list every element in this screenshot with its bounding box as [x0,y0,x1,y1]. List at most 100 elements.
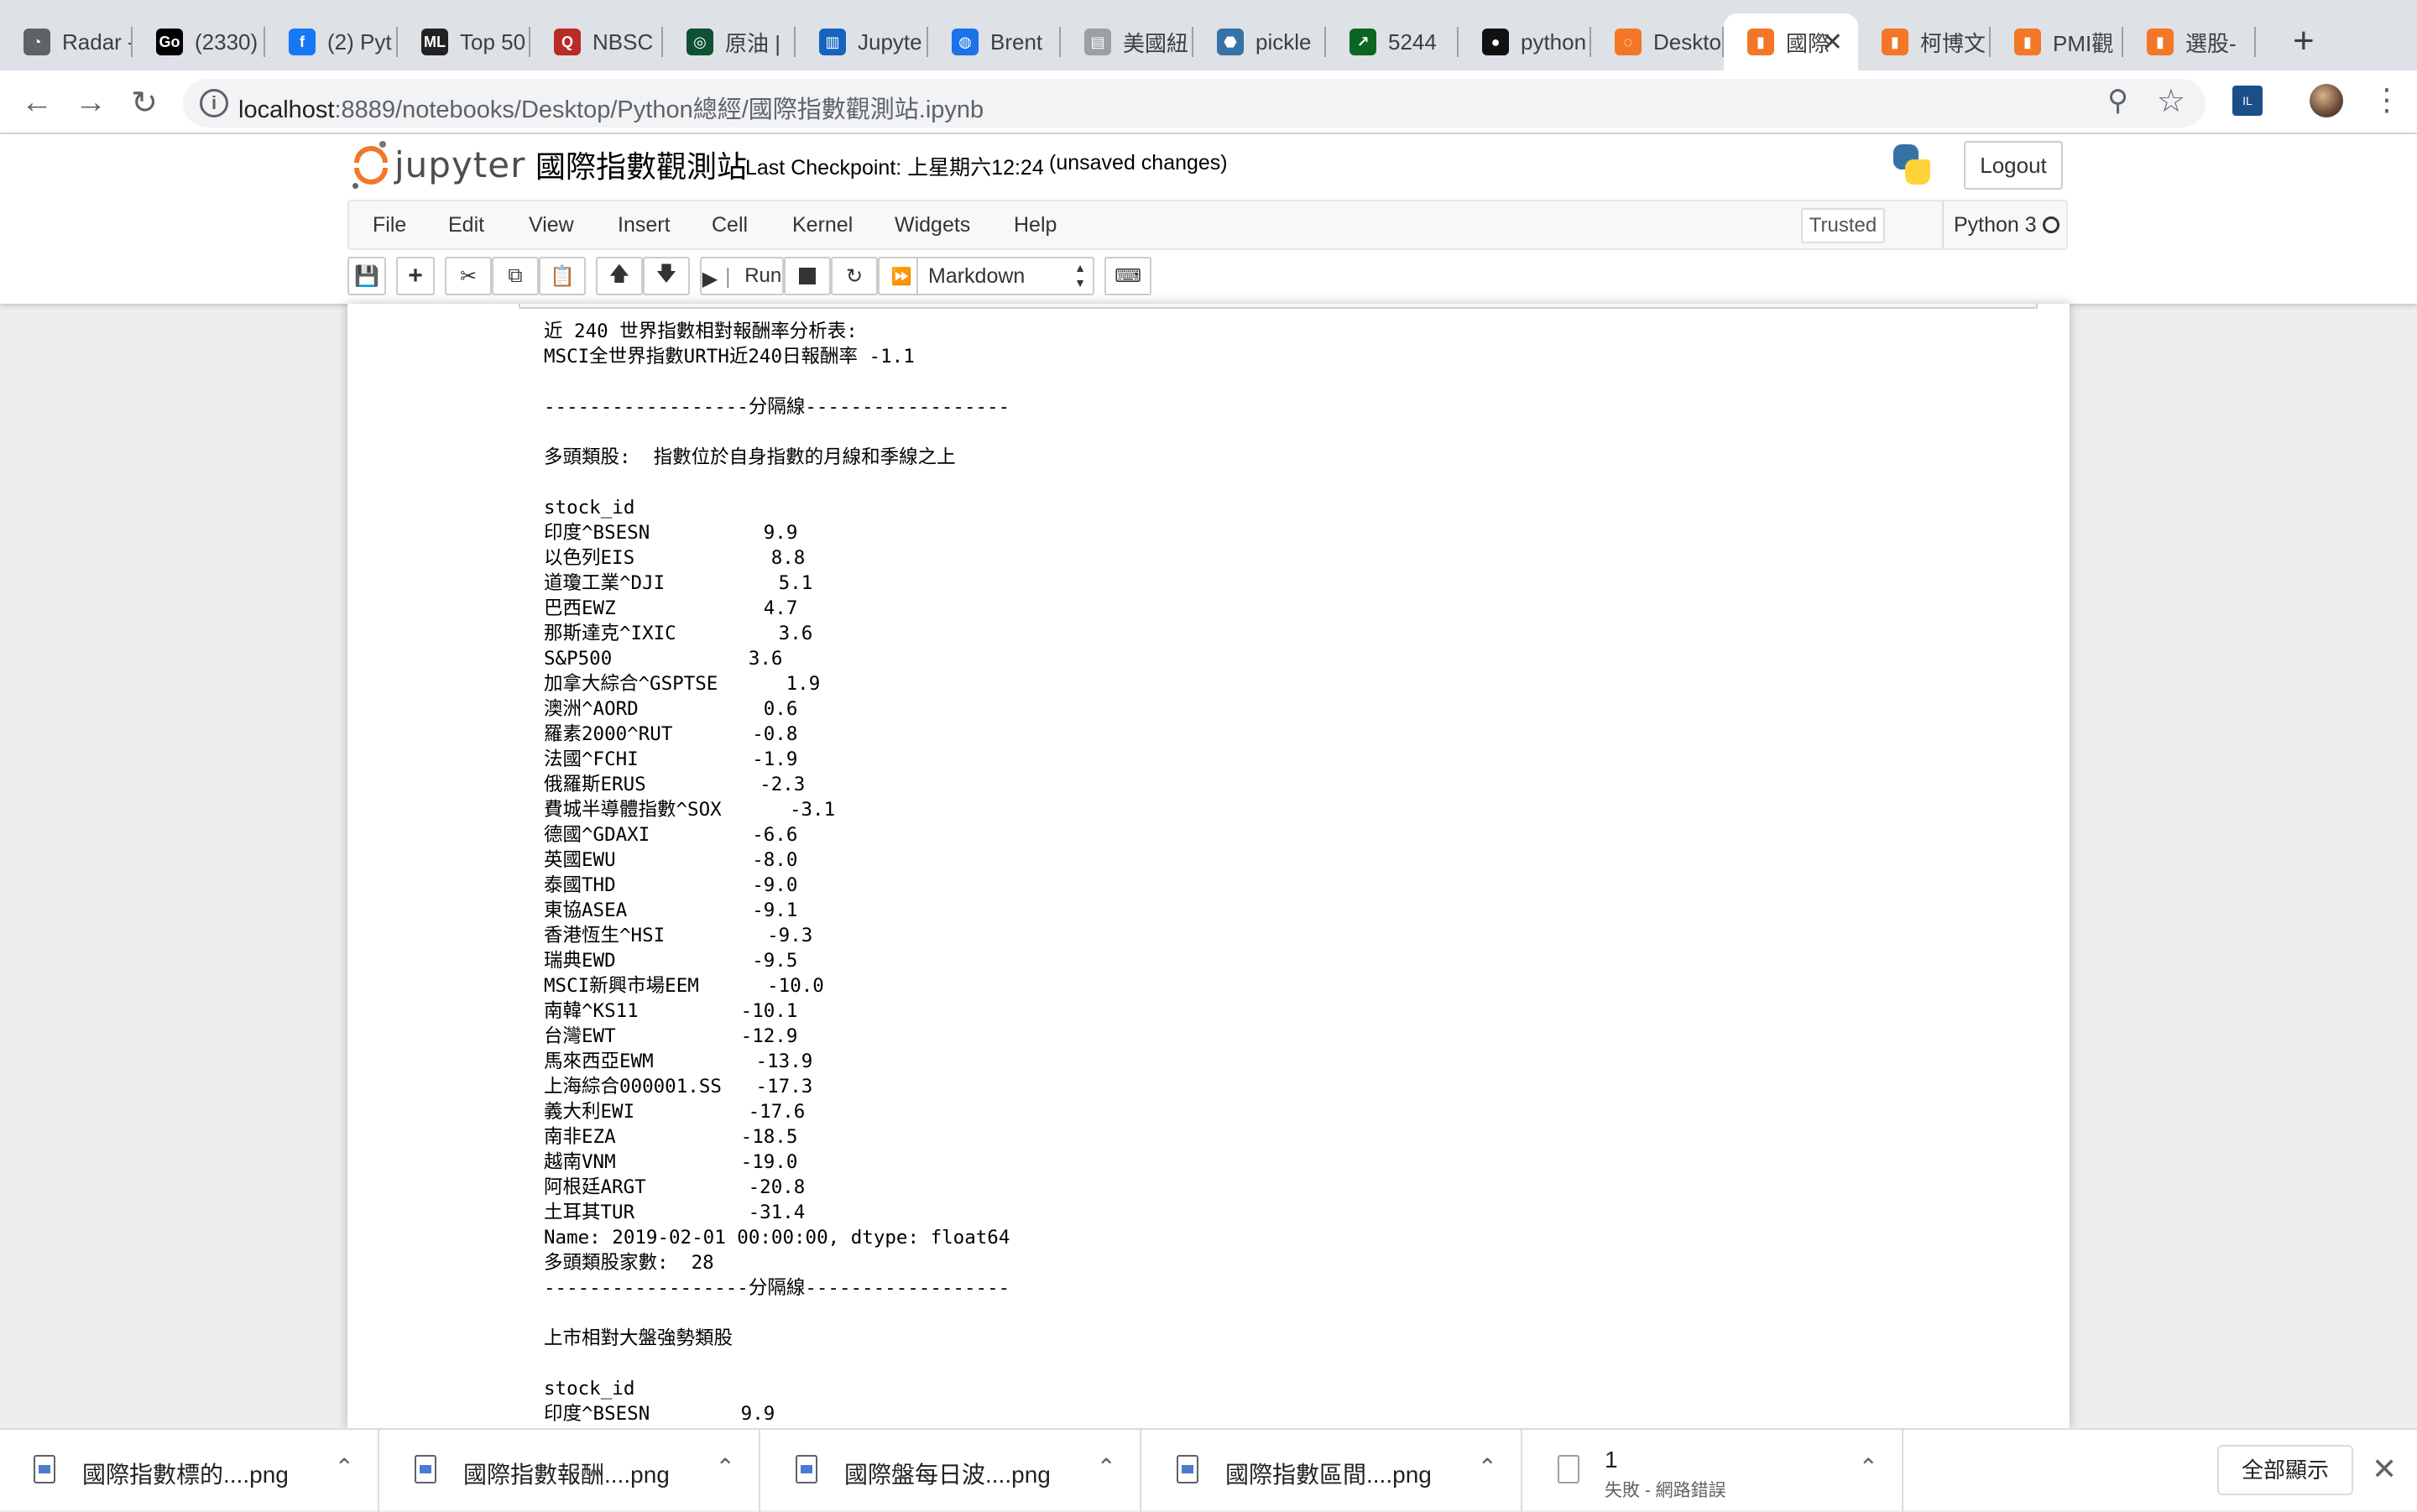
profile-avatar[interactable] [2310,84,2343,117]
output-line: MSCI新興市場EEM -10.0 [544,975,824,997]
move-down-icon[interactable]: 🡇 [643,257,690,295]
cell-type-value: Markdown [928,264,1026,288]
browser-tab[interactable]: ● python [1459,13,1591,70]
browser-tab[interactable]: ▮ 國際 ✕ [1724,13,1858,70]
browser-tab[interactable]: f (2) Pyt [265,13,398,70]
save-icon[interactable]: 💾 [347,257,386,295]
reload-icon[interactable]: ↻ [124,82,164,123]
tab-title: 選股- [2185,30,2237,56]
tab-title: 美國紐 [1123,30,1189,56]
output-line: ------------------分隔線------------------ [544,396,1010,418]
download-filename: 國際盤每日波....png [844,1462,1051,1488]
download-item[interactable]: 國際盤每日波....png ⌃ [762,1430,1141,1512]
browser-tab[interactable]: ◍ Brent [928,13,1061,70]
file-icon [1177,1455,1198,1483]
browser-tab[interactable]: ▮ 柯博文 [1858,13,1991,70]
output-line: 南韓^KS11 -10.1 [544,1000,798,1022]
kernel-name[interactable]: Python 3 [1942,201,2037,248]
browser-tab[interactable]: ▮ 選股- [2123,13,2256,70]
chevron-up-icon[interactable]: ⌃ [1478,1453,1497,1481]
download-bar: 國際指數標的....png ⌃ 國際指數報酬....png ⌃ 國際盤每日波..… [0,1428,2417,1512]
output-line: Name: 2019-02-01 00:00:00, dtype: float6… [544,1227,1010,1249]
cut-icon[interactable]: ✂ [445,257,492,295]
forward-arrow-icon[interactable]: → [70,82,111,123]
browser-tab[interactable]: ◔ Radar - [0,13,133,70]
output-line: MSCI全世界指數URTH近240日報酬率 -1.1 [544,346,915,368]
run-icon: ▶｜ [702,267,739,290]
chevron-up-icon[interactable]: ⌃ [1097,1453,1116,1481]
stock-icon: ↗ [1349,29,1376,55]
output-line: S&P500 3.6 [544,648,783,670]
browser-tab[interactable]: Go (2330) [133,13,265,70]
extension-icon[interactable]: IL [2232,86,2263,116]
close-download-bar-icon[interactable]: ✕ [2372,1452,2397,1487]
chevron-up-icon[interactable]: ⌃ [1859,1453,1878,1481]
back-arrow-icon[interactable]: ← [17,82,57,123]
logout-button[interactable]: Logout [1964,141,2063,190]
jupyter-logo[interactable]: jupyter [352,141,526,189]
browser-tab[interactable]: ⬣ pickle [1193,13,1326,70]
download-item[interactable]: 國際指數區間....png ⌃ [1143,1430,1522,1512]
download-item[interactable]: 國際指數報酬....png ⌃ [381,1430,760,1512]
interrupt-icon[interactable] [784,257,831,295]
menu-file[interactable]: File [373,213,406,237]
browser-tab[interactable]: ◎ 原油 | [663,13,796,70]
notebook-title[interactable]: 國際指數觀測站 [535,143,747,186]
keyboard-icon[interactable]: ⌨ [1104,257,1151,295]
site-info-icon[interactable]: i [200,89,228,117]
tab-title: Jupyte [858,29,922,55]
tab-title: 原油 | [725,30,780,56]
insert-cell-icon[interactable]: + [396,257,435,295]
menu-help[interactable]: Help [1014,213,1057,237]
new-tab-button[interactable]: + [2293,20,2315,62]
radar-icon: ◔ [23,29,50,55]
show-all-downloads-button[interactable]: 全部顯示 [2217,1445,2353,1495]
chevron-up-icon[interactable]: ⌃ [716,1453,735,1481]
chrome-menu-icon[interactable]: ⋮ [2372,82,2402,117]
browser-tab[interactable]: ◌ Deskto [1591,13,1724,70]
tab-separator [2254,27,2256,57]
output-line: 越南VNM -19.0 [544,1151,798,1173]
paste-icon[interactable]: 📋 [539,257,586,295]
output-line: 印度^BSESN 9.9 [544,522,798,544]
browser-tab[interactable]: ▮ PMI觀 [1991,13,2123,70]
output-line: 加拿大綜合^GSPTSE 1.9 [544,673,821,695]
run-button[interactable]: ▶｜ Run [700,257,784,295]
python-logo-icon [1890,143,1934,186]
menu-cell[interactable]: Cell [712,213,748,237]
download-item[interactable]: 國際指數標的....png ⌃ [0,1430,379,1512]
close-tab-icon[interactable]: ✕ [1822,28,1843,57]
browser-tab[interactable]: ▥ Jupyte [796,13,928,70]
doc-icon: ▤ [1084,29,1111,55]
jupyter-logo-text: jupyter [394,143,526,185]
tab-title: (2330) [195,29,258,55]
checkpoint-status: Last Checkpoint: 上星期六12:24 [745,156,1044,180]
menu-bar: File Edit View Insert Cell Kernel Widget… [347,200,2068,250]
copy-icon[interactable]: ⧉ [492,257,539,295]
move-up-icon[interactable]: 🡅 [596,257,643,295]
menu-widgets[interactable]: Widgets [895,213,970,237]
download-filename: 1 [1605,1447,1618,1473]
previous-cell-edge[interactable] [519,304,2038,309]
download-item-failed[interactable]: 1 失敗 - 網路錯誤 ⌃ [1524,1430,1903,1512]
output-line: 瑞典EWD -9.5 [544,950,798,972]
output-line: 法國^FCHI -1.9 [544,748,798,770]
browser-tab[interactable]: ▤ 美國紐 [1061,13,1193,70]
trusted-indicator[interactable]: Trusted [1801,208,1885,243]
url-text[interactable]: localhost:8889/notebooks/Desktop/Python總… [238,90,984,125]
bookmark-star-icon[interactable]: ☆ [2157,82,2185,120]
browser-tab[interactable]: ↗ 5244 [1326,13,1459,70]
restart-icon[interactable]: ↻ [831,257,878,295]
output-line: 泰國THD -9.0 [544,874,798,896]
menu-insert[interactable]: Insert [618,213,671,237]
chevron-up-icon[interactable]: ⌃ [335,1453,354,1481]
browser-tab[interactable]: Q NBSC [530,13,663,70]
menu-edit[interactable]: Edit [448,213,484,237]
address-bar[interactable]: i localhost:8889/notebooks/Desktop/Pytho… [183,79,2206,128]
output-line: 阿根廷ARGT -20.8 [544,1176,806,1198]
zoom-icon[interactable]: ⚲ [2107,84,2128,117]
browser-tab[interactable]: ML Top 50 [398,13,530,70]
cell-type-select[interactable]: Markdown ▲ ▼ [916,257,1094,295]
menu-kernel[interactable]: Kernel [792,213,853,237]
menu-view[interactable]: View [529,213,574,237]
